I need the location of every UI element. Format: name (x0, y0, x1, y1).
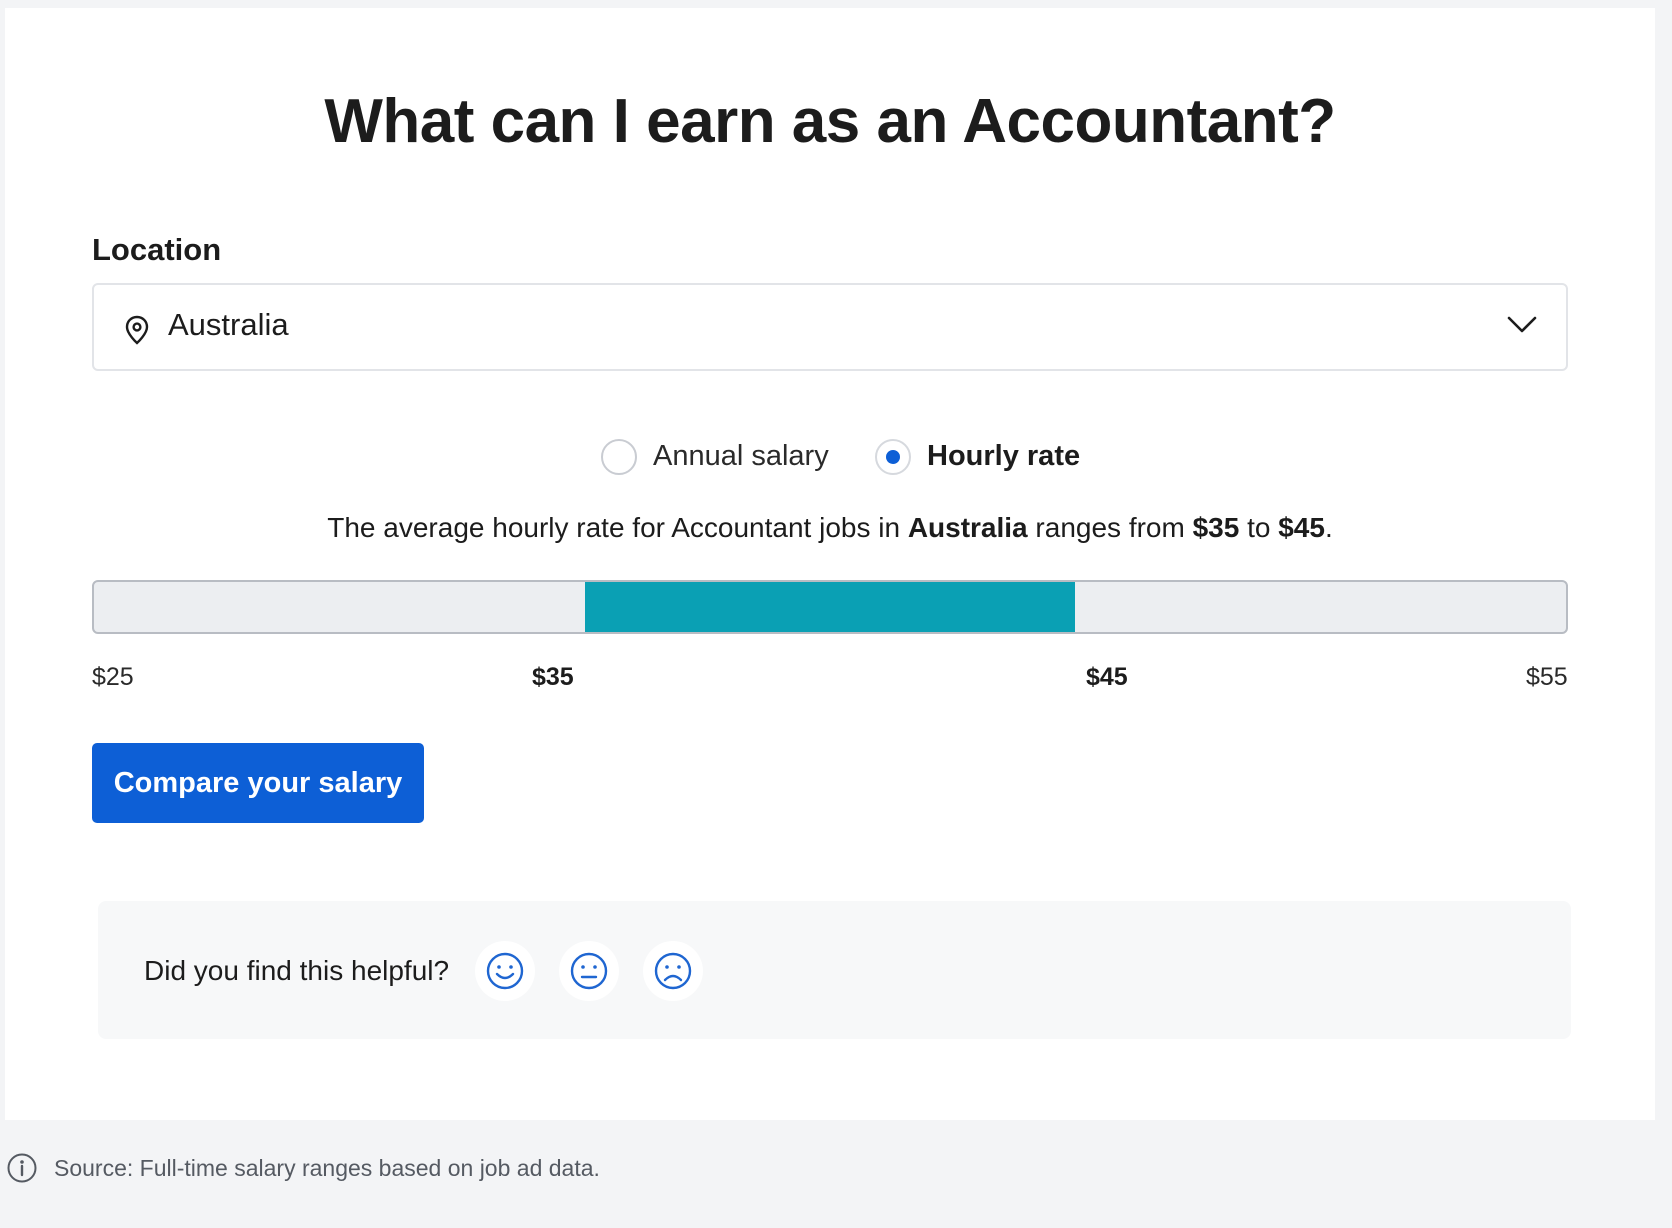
hourly-rate-label: Hourly rate (927, 440, 1081, 472)
location-select[interactable]: Australia (92, 283, 1568, 371)
location-pin-icon (125, 315, 149, 345)
range-tick-min: $25 (92, 663, 134, 691)
salary-card: What can I earn as an Accountant? Locati… (5, 8, 1655, 1120)
sad-face-icon (654, 952, 692, 990)
happy-face-button[interactable] (475, 941, 535, 1001)
range-tick-max: $55 (1526, 663, 1568, 691)
rate-summary-prefix: The average hourly rate for Accountant j… (327, 512, 908, 543)
rate-summary-suffix: . (1324, 512, 1333, 543)
annual-salary-label: Annual salary (653, 440, 829, 472)
range-tick-low: $35 (532, 663, 574, 691)
salary-range-bar (92, 580, 1568, 634)
salary-range-fill (584, 582, 1076, 632)
rate-summary: The average hourly rate for Accountant j… (5, 512, 1655, 544)
rate-summary-to: to (1239, 512, 1279, 543)
rate-summary-middle: ranges from (1027, 512, 1193, 543)
rate-summary-low: $35 (1192, 512, 1240, 543)
page-title: What can I earn as an Accountant? (324, 87, 1336, 156)
annual-salary-radio-circle (601, 439, 637, 475)
neutral-face-icon (570, 952, 608, 990)
neutral-face-button[interactable] (559, 941, 619, 1001)
feedback-question: Did you find this helpful? (144, 955, 450, 986)
location-value: Australia (168, 307, 289, 342)
chevron-down-icon (1507, 316, 1537, 333)
hourly-rate-radio-circle (875, 439, 911, 475)
happy-face-icon (486, 952, 524, 990)
source-text: Source: Full-time salary ranges based on… (54, 1155, 600, 1181)
rate-summary-high: $45 (1278, 512, 1325, 543)
location-label: Location (92, 232, 222, 267)
salary-type-toggle: Annual salary Hourly rate (5, 436, 1655, 480)
info-icon (7, 1153, 37, 1183)
compare-salary-button[interactable]: Compare your salary (92, 743, 424, 823)
rate-summary-location: Australia (907, 512, 1028, 543)
sad-face-button[interactable] (643, 941, 703, 1001)
range-tick-high: $45 (1086, 663, 1128, 691)
feedback-panel: Did you find this helpful? (98, 901, 1571, 1039)
